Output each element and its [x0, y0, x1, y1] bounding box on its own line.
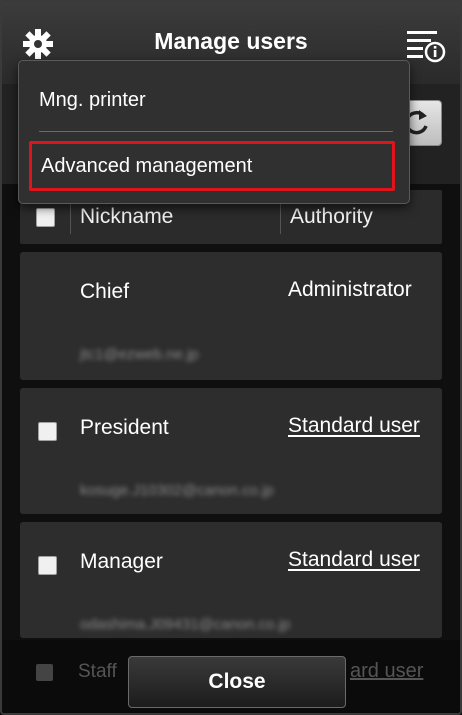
menu-button[interactable]	[403, 24, 447, 64]
column-divider	[280, 200, 281, 234]
close-button[interactable]: Close	[128, 656, 346, 708]
user-authority-link[interactable]: Standard user	[288, 414, 420, 438]
user-nickname: Chief	[80, 280, 130, 303]
select-all-checkbox[interactable]	[36, 208, 55, 227]
settings-button[interactable]	[18, 24, 58, 64]
table-row[interactable]: Chief Administrator jtc1@ezweb.ne.jp	[20, 252, 442, 380]
menu-item-mng-printer[interactable]: Mng. printer	[39, 89, 146, 112]
dropdown-menu: Mng. printer Advanced management	[18, 60, 410, 204]
user-email: odashima.J09431@canon.co.jp	[80, 616, 291, 633]
user-nickname: President	[80, 416, 169, 439]
user-nickname: Manager	[80, 550, 163, 573]
row-checkbox[interactable]	[38, 422, 57, 441]
user-email: jtc1@ezweb.ne.jp	[80, 346, 199, 363]
table-row[interactable]: President Standard user kosuge.J10302@ca…	[20, 388, 442, 514]
row-checkbox[interactable]	[38, 556, 57, 575]
user-nickname-partial: Staff	[78, 661, 117, 682]
gear-icon	[23, 29, 53, 59]
menu-info-icon	[407, 31, 446, 63]
column-divider	[70, 200, 71, 234]
column-header-authority: Authority	[290, 205, 373, 228]
column-header-nickname: Nickname	[80, 205, 174, 228]
user-authority-link[interactable]: Standard user	[288, 548, 420, 572]
menu-divider	[39, 131, 393, 132]
table-row[interactable]: Manager Standard user odashima.J09431@ca…	[20, 522, 442, 638]
page-title: Manage users	[154, 28, 308, 54]
user-authority-partial: ard user	[350, 660, 424, 682]
user-email: kosuge.J10302@canon.co.jp	[80, 482, 274, 499]
menu-item-label: Advanced management	[41, 155, 253, 177]
menu-item-advanced-management[interactable]: Advanced management	[29, 141, 395, 191]
app-screen: Manage users Nickname Authority Chief Ad…	[0, 0, 462, 715]
user-authority: Administrator	[288, 278, 412, 301]
row-checkbox-partial[interactable]	[36, 664, 53, 681]
